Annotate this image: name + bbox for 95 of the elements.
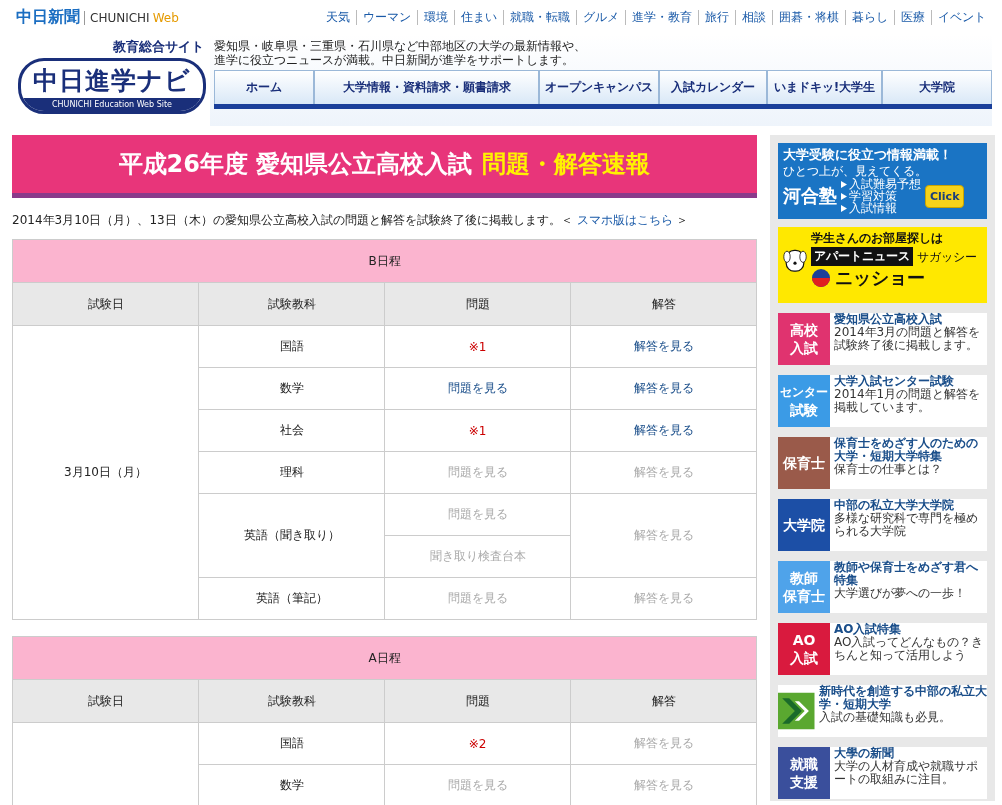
top-nav-link[interactable]: ウーマン bbox=[356, 9, 417, 25]
apartment-ad[interactable]: 学生さんのお部屋探しは アパートニュース サガッシー ニッショー bbox=[778, 227, 987, 303]
banner-title: 平成26年度 愛知県公立高校入試 問題・解答速報 bbox=[118, 149, 651, 180]
top-nav-link[interactable]: 相談 bbox=[735, 9, 772, 25]
nav-tab[interactable]: オープンキャンパス bbox=[539, 70, 659, 104]
ad-brand: ニッショー bbox=[835, 266, 925, 290]
newspaper-logo[interactable]: 中日新聞 bbox=[16, 6, 80, 26]
date-cell: 3月10日（月） bbox=[12, 325, 199, 620]
column-header: 問題 bbox=[384, 679, 571, 723]
top-nav-link[interactable]: 旅行 bbox=[698, 9, 735, 25]
top-nav-link[interactable]: 医療 bbox=[894, 9, 931, 25]
nav-tab[interactable]: 大学情報・資料請求・願書請求 bbox=[314, 70, 539, 104]
view-link[interactable]: 問題を見る bbox=[447, 381, 508, 395]
column-header: 試験日 bbox=[12, 679, 199, 723]
subject-cell: 英語（筆記） bbox=[198, 577, 385, 620]
card-description: 入試の基礎知識も必見。 bbox=[818, 711, 952, 724]
card-title[interactable]: 保育士をめざす人のための大学・短期大学特集 bbox=[834, 437, 987, 463]
card-title[interactable]: 大学入試センター試験 bbox=[834, 375, 987, 388]
ad-item: 入試難易予想 bbox=[849, 178, 921, 190]
ad-badge: アパートニュース bbox=[811, 247, 913, 266]
card-title[interactable]: 愛知県公立高校入試 bbox=[834, 313, 987, 326]
view-link[interactable]: 解答を見る bbox=[633, 423, 694, 437]
top-nav-link[interactable]: 暮らし bbox=[845, 9, 894, 25]
nav-tab[interactable]: いまドキッ!大学生 bbox=[767, 70, 882, 104]
top-nav-link[interactable]: 住まい bbox=[454, 9, 503, 25]
column-header: 試験日 bbox=[12, 282, 199, 326]
top-nav-link[interactable]: グルメ bbox=[576, 9, 625, 25]
subject-cell: 国語 bbox=[198, 722, 385, 765]
ad-brand: 河合塾 bbox=[783, 184, 837, 208]
sidebar-card[interactable]: 高校 入試 愛知県公立高校入試 2014年3月の問題と解答を試験終了後に掲載します。 bbox=[778, 313, 987, 365]
column-header: 試験教科 bbox=[198, 282, 385, 326]
sidebar-card[interactable]: 就職 支援 大學の新聞 大学の人材育成や就職サポートの取組みに注目。 bbox=[778, 747, 987, 799]
brand-sub: Web bbox=[152, 10, 179, 25]
logo-subtitle: CHUNICHI Education Web Site bbox=[21, 98, 203, 111]
column-header: 解答 bbox=[570, 282, 757, 326]
schedule-title: B日程 bbox=[12, 239, 757, 283]
mascot-name: サガッシー bbox=[917, 249, 977, 264]
card-title[interactable]: AO入試特集 bbox=[834, 623, 987, 636]
note-mark: ※1 bbox=[468, 423, 487, 438]
nav-tab[interactable]: 入試カレンダー bbox=[659, 70, 767, 104]
top-nav-link[interactable]: 就職・転職 bbox=[503, 9, 576, 25]
ad-headline: 大学受験に役立つ情報満載！ bbox=[783, 146, 953, 164]
card-description: 2014年1月の問題と解答を掲載しています。 bbox=[834, 388, 982, 414]
category-badge[interactable]: 高校 入試 bbox=[778, 313, 830, 365]
column-header: 試験教科 bbox=[198, 679, 385, 723]
card-description: 2014年3月の問題と解答を試験終了後に掲載します。 bbox=[834, 326, 982, 352]
intro-text: 2014年3月10日（月）、13日（木）の愛知県公立高校入試の問題と解答を試験終了後に掲載します。＜ スマホ版はこちら ＞ bbox=[12, 212, 690, 229]
subject-cell: 数学 bbox=[198, 367, 385, 410]
card-title[interactable]: 中部の私立大学大学院 bbox=[834, 499, 987, 512]
column-header: 問題 bbox=[384, 282, 571, 326]
dog-mascot-icon bbox=[783, 247, 807, 273]
card-description: 多様な研究科で専門を極められる大学院 bbox=[834, 512, 979, 538]
logo-name: 中日進学ナビ bbox=[33, 65, 191, 97]
subject-cell: 理科 bbox=[198, 451, 385, 494]
sidebar-card[interactable]: AO 入試 AO入試特集 AO入試ってどんなもの？きちんと知って活用しよう bbox=[778, 623, 987, 675]
smartphone-link[interactable]: スマホ版はこちら bbox=[576, 213, 673, 227]
category-badge[interactable]: 大学院 bbox=[778, 499, 830, 551]
top-nav-link[interactable]: 環境 bbox=[417, 9, 454, 25]
subject-cell: 国語 bbox=[198, 325, 385, 368]
card-title[interactable]: 教師や保育士をめざす君へ特集 bbox=[834, 561, 987, 587]
column-header: 解答 bbox=[570, 679, 757, 723]
top-nav-link[interactable]: 進学・教育 bbox=[625, 9, 698, 25]
card-description: AO入試ってどんなもの？きちんと知って活用しよう bbox=[834, 636, 985, 662]
click-button[interactable]: Click bbox=[925, 184, 965, 208]
brand-sub: CHUNICHI bbox=[84, 10, 150, 25]
card-description: 保育士の仕事とは？ bbox=[834, 463, 943, 476]
ad-item: 学習対策 bbox=[849, 190, 897, 202]
nav-tab[interactable]: ホーム bbox=[214, 70, 314, 104]
logo-icon bbox=[811, 268, 831, 288]
sidebar-card[interactable]: 新時代を創造する中部の私立大学・短期大学 入試の基礎知識も必見。 bbox=[778, 685, 987, 737]
subject-cell: 英語（聞き取り） bbox=[198, 493, 385, 578]
subject-cell: 社会 bbox=[198, 409, 385, 452]
category-badge[interactable]: 保育士 bbox=[778, 437, 830, 489]
ad-item: 入試情報 bbox=[849, 202, 897, 214]
card-description: 大学選びが夢への一歩！ bbox=[834, 587, 967, 600]
nav-tab[interactable]: 大学院 bbox=[882, 70, 992, 104]
site-tagline: 教育総合サイト bbox=[113, 38, 204, 56]
sidebar-card[interactable]: 教師 保育士 教師や保育士をめざす君へ特集 大学選びが夢への一歩！ bbox=[778, 561, 987, 613]
site-logo[interactable]: 中日進学ナビ CHUNICHI Education Web Site bbox=[18, 58, 206, 114]
ad-headline: 学生さんのお部屋探しは bbox=[811, 230, 944, 247]
top-nav-link[interactable]: イベント bbox=[931, 9, 992, 25]
card-title[interactable]: 新時代を創造する中部の私立大学・短期大学 bbox=[818, 685, 987, 711]
ad-slogan: ひとつ上が、見えてくる。 bbox=[783, 164, 928, 178]
category-badge[interactable]: 就職 支援 bbox=[778, 747, 830, 799]
view-link[interactable]: 解答を見る bbox=[633, 339, 694, 353]
schedule-title: A日程 bbox=[12, 636, 757, 680]
card-title[interactable]: 大學の新聞 bbox=[834, 747, 987, 760]
top-nav-link[interactable]: 囲碁・将棋 bbox=[772, 9, 845, 25]
card-description: 大学の人材育成や就職サポートの取組みに注目。 bbox=[834, 760, 979, 786]
note-mark: ※2 bbox=[468, 736, 487, 751]
top-nav-link[interactable]: 天気 bbox=[320, 9, 356, 25]
note-mark: ※1 bbox=[468, 339, 487, 354]
site-description: 愛知県・岐阜県・三重県・石川県など中部地区の大学の最新情報や、 進学に役立つニュースが満載。中日新聞が進学をサポートします。 bbox=[214, 38, 587, 69]
category-badge[interactable]: AO 入試 bbox=[778, 623, 830, 675]
view-link[interactable]: 解答を見る bbox=[633, 381, 694, 395]
